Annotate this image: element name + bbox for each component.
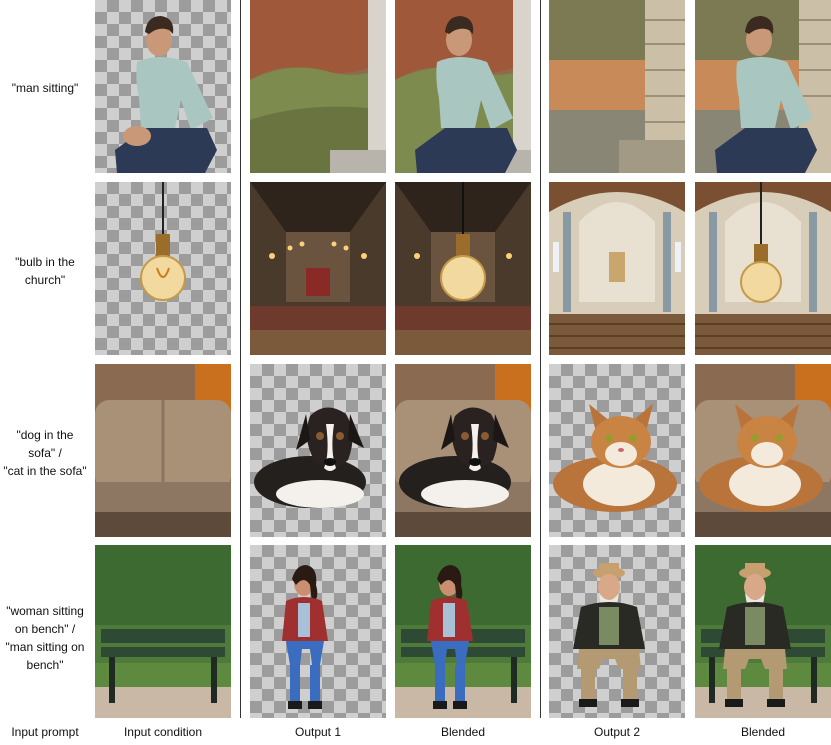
blended-woman-bench	[395, 545, 531, 718]
row1-input-condition	[95, 0, 231, 173]
blended-bulb-church-nave	[695, 182, 831, 355]
prompt-line: sofa" /	[28, 446, 62, 460]
row3-output2	[549, 364, 685, 537]
caption-output1: Output 1	[294, 725, 342, 739]
separator-2	[540, 0, 541, 718]
canyon-scene	[250, 0, 386, 173]
caption-output2: Output 2	[593, 725, 641, 739]
sofa-image	[95, 364, 231, 537]
caption-input-prompt: Input prompt	[11, 725, 79, 739]
dog-image	[254, 407, 366, 508]
light-bulb-image	[140, 182, 186, 301]
row2-input-condition	[95, 182, 231, 355]
blended-man-stone-wall	[695, 0, 831, 173]
blended-bulb-church-hall	[395, 182, 531, 355]
blended-cat-sofa	[695, 364, 831, 537]
prompt-line: "cat in the sofa"	[3, 464, 87, 478]
row2-output2	[549, 182, 685, 355]
row2-blended2	[695, 182, 831, 355]
blended-old-man-bench	[695, 545, 831, 718]
prompt-row-4: "woman sitting on bench" / "man sitting …	[0, 602, 90, 674]
row4-input-condition	[95, 545, 231, 718]
prompt-line: "woman sitting	[6, 604, 84, 618]
blended-man-canyon	[395, 0, 531, 173]
prompt-row-1: "man sitting"	[0, 79, 90, 97]
prompt-row-3: "dog in the sofa" / "cat in the sofa"	[0, 426, 90, 480]
row3-input-condition	[95, 364, 231, 537]
row3-output1	[250, 364, 386, 537]
cat-image	[553, 404, 677, 512]
row1-blended2	[695, 0, 831, 173]
row2-blended1	[395, 182, 531, 355]
caption-input-condition: Input condition	[123, 725, 203, 739]
church-hall-scene	[250, 182, 386, 355]
park-bench-image	[95, 545, 231, 718]
caption-blended1: Blended	[440, 725, 486, 739]
prompt-line: "man sitting"	[11, 81, 79, 95]
row1-output2	[549, 0, 685, 173]
man-sitting-image	[115, 16, 217, 173]
prompt-line: church"	[24, 273, 66, 287]
prompt-line: on bench" /	[14, 622, 76, 636]
separator-1	[240, 0, 241, 718]
prompt-row-2: "bulb in the church"	[0, 253, 90, 289]
blended-dog-sofa	[395, 364, 531, 537]
row1-blended1	[395, 0, 531, 173]
row4-blended1	[395, 545, 531, 718]
old-man-sitting-image	[573, 563, 645, 707]
caption-blended2: Blended	[740, 725, 786, 739]
prompt-line: "dog in the	[16, 428, 74, 442]
row3-blended1	[395, 364, 531, 537]
row3-blended2	[695, 364, 831, 537]
prompt-line: "bulb in the	[15, 255, 75, 269]
prompt-line: bench"	[26, 658, 64, 672]
row2-output1	[250, 182, 386, 355]
woman-sitting-image	[282, 565, 328, 709]
prompt-line: "man sitting on	[5, 640, 85, 654]
stone-wall-scene	[549, 0, 685, 173]
row4-blended2	[695, 545, 831, 718]
row4-output1	[250, 545, 386, 718]
row1-output1	[250, 0, 386, 173]
church-nave-scene	[549, 182, 685, 355]
row4-output2	[549, 545, 685, 718]
